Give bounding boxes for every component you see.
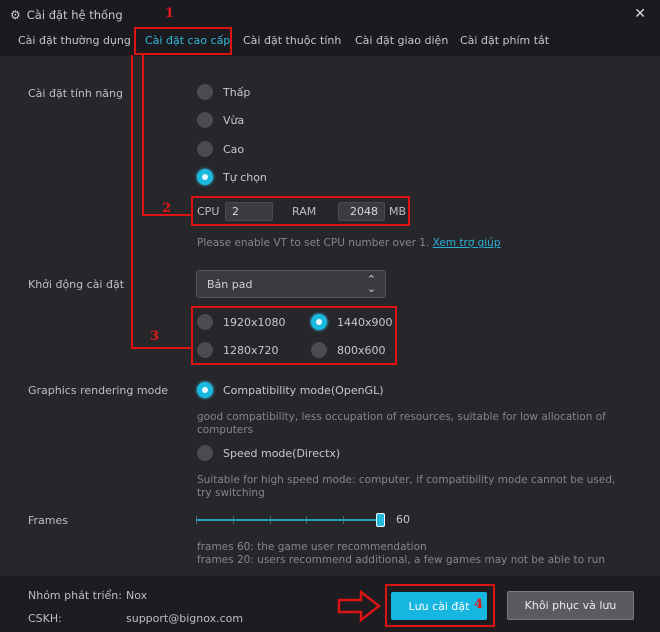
tab-properties[interactable]: Cài đặt thuộc tính: [243, 34, 341, 47]
graphics-label: Graphics rendering mode: [28, 384, 169, 397]
ram-input[interactable]: 2048: [338, 202, 385, 221]
device-type-select[interactable]: Bản pad ⌃ ⌄: [196, 270, 386, 298]
developer-label: Nhóm phát triển:: [28, 589, 122, 602]
directx-description: Suitable for high speed mode: computer, …: [197, 474, 616, 499]
performance-option-low[interactable]: Thấp: [197, 84, 250, 100]
option-label: Speed mode(Directx): [223, 446, 341, 460]
cpu-label: CPU: [197, 205, 220, 218]
tab-advanced[interactable]: Cài đặt cao cấp: [145, 34, 230, 47]
radio-button-selected[interactable]: [311, 314, 327, 330]
slider-thumb[interactable]: [376, 513, 385, 527]
support-email: support@bignox.com: [126, 612, 244, 625]
resolution-1440x900[interactable]: 1440x900: [311, 314, 393, 330]
developer-value: Nox: [126, 589, 148, 602]
option-label: Vừa: [223, 113, 245, 127]
tab-general[interactable]: Cài đặt thường dụng: [18, 34, 131, 47]
radio-button[interactable]: [197, 112, 213, 128]
opengl-description: good compatibility, less occupation of r…: [197, 411, 606, 436]
radio-button[interactable]: [197, 314, 213, 330]
select-value: Bản pad: [207, 278, 253, 291]
radio-button-selected[interactable]: [197, 169, 213, 185]
vt-hint: Please enable VT to set CPU number over …: [197, 237, 501, 250]
frames-label: Frames: [28, 514, 69, 527]
radio-button-selected[interactable]: [197, 382, 213, 398]
vt-hint-text: Please enable VT to set CPU number over …: [197, 237, 430, 249]
tab-interface[interactable]: Cài đặt giao diện: [355, 34, 448, 47]
frames-hint-20: frames 20: users recommend additional, a…: [197, 554, 606, 566]
title-bar: ⚙ Cài đặt hệ thống ✕ Cài đặt thường dụng…: [0, 0, 660, 56]
radio-button[interactable]: [311, 342, 327, 358]
radio-button[interactable]: [197, 84, 213, 100]
up-down-chevron-icon: ⌃ ⌄: [366, 273, 376, 295]
startup-label: Khởi động cài đặt: [28, 278, 125, 291]
tab-bar: Cài đặt thường dụng Cài đặt cao cấp Cài …: [0, 31, 660, 55]
radio-button[interactable]: [197, 342, 213, 358]
resolution-800x600[interactable]: 800x600: [311, 342, 386, 358]
restore-and-save-button[interactable]: Khôi phục và lưu: [507, 591, 634, 620]
frames-value: 60: [396, 513, 410, 526]
graphics-option-opengl[interactable]: Compatibility mode(OpenGL): [197, 382, 384, 398]
help-link[interactable]: Xem trợ giúp: [433, 237, 501, 249]
option-label: Tự chọn: [223, 170, 267, 184]
ram-unit: MB: [389, 205, 407, 218]
performance-label: Cài đặt tính năng: [28, 87, 123, 100]
save-button-label: Lưu cài đặt: [408, 599, 470, 613]
resolution-1920x1080[interactable]: 1920x1080: [197, 314, 286, 330]
resolution-1280x720[interactable]: 1280x720: [197, 342, 279, 358]
support-label: CSKH:: [28, 612, 62, 625]
save-settings-button[interactable]: Lưu cài đặt: [391, 592, 487, 620]
performance-option-medium[interactable]: Vừa: [197, 112, 244, 128]
tab-shortcuts[interactable]: Cài đặt phím tắt: [460, 34, 549, 47]
radio-button[interactable]: [197, 141, 213, 157]
close-icon[interactable]: ✕: [634, 6, 646, 22]
frames-slider[interactable]: [196, 513, 386, 527]
option-label: 1280x720: [223, 343, 279, 357]
option-label: 1440x900: [337, 315, 393, 329]
option-label: Compatibility mode(OpenGL): [223, 383, 384, 397]
graphics-option-directx[interactable]: Speed mode(Directx): [197, 445, 340, 461]
performance-option-high[interactable]: Cao: [197, 141, 244, 157]
cpu-input[interactable]: 2: [225, 202, 273, 221]
frames-hint-60: frames 60: the game user recommendation: [197, 541, 427, 553]
ram-label: RAM: [292, 205, 317, 218]
radio-button[interactable]: [197, 445, 213, 461]
slider-track: [196, 519, 380, 521]
window-title-text: Cài đặt hệ thống: [26, 8, 123, 22]
option-label: Cao: [223, 142, 245, 156]
window-title: ⚙ Cài đặt hệ thống: [10, 8, 123, 22]
performance-option-custom[interactable]: Tự chọn: [197, 169, 267, 185]
option-label: 1920x1080: [223, 315, 286, 329]
option-label: Thấp: [223, 85, 251, 99]
option-label: 800x600: [337, 343, 386, 357]
gear-icon: ⚙: [10, 8, 21, 22]
